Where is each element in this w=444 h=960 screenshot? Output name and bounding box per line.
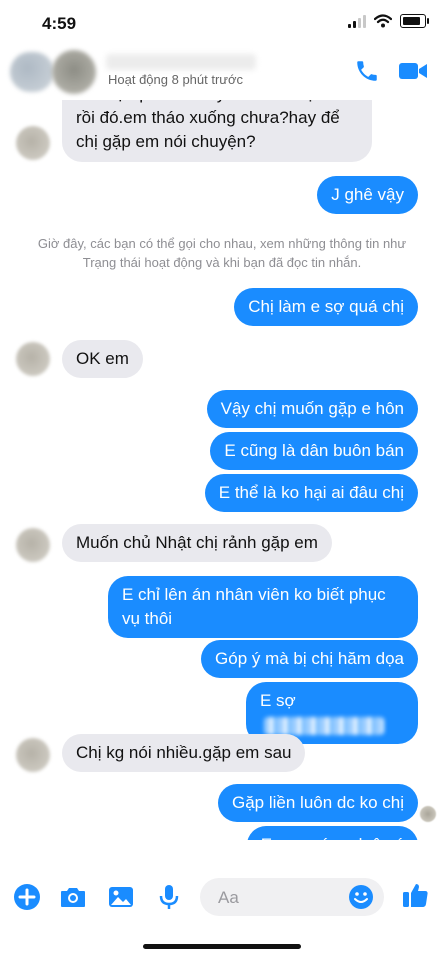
message-list[interactable]: Em hại quán mi cay của em chị đủ rồi đó.…: [0, 100, 444, 840]
system-notice: Giờ đây, các bạn có thể gọi cho nhau, xe…: [37, 236, 407, 270]
message-incoming[interactable]: Muốn chủ Nhật chị rảnh gặp em: [62, 524, 332, 562]
avatar[interactable]: [52, 50, 96, 94]
status-time: 4:59: [42, 14, 77, 33]
composer-bar: Aa: [0, 872, 444, 922]
message-outgoing[interactable]: Gặp liền luôn dc ko chị: [218, 784, 418, 822]
message-outgoing[interactable]: Chị làm e sợ quá chị: [234, 288, 418, 326]
message-outgoing[interactable]: Vậy chị muốn gặp e hôn: [206, 390, 418, 428]
message-outgoing[interactable]: E chỉ lên án nhân viên ko biết phục vụ t…: [108, 576, 418, 638]
sender-avatar: [16, 126, 50, 160]
message-text: E sợ: [260, 691, 296, 710]
seen-avatar: [420, 806, 436, 822]
battery-icon: [400, 14, 429, 28]
plus-icon[interactable]: [12, 882, 42, 912]
message-input-placeholder: Aa: [218, 888, 239, 907]
message-outgoing[interactable]: E cũng là dân buôn bán: [210, 432, 418, 470]
message-incoming[interactable]: Em hại quán mi cay của em chị đủ rồi đó.…: [62, 100, 372, 162]
avatar[interactable]: [10, 52, 54, 92]
emoji-icon[interactable]: [348, 884, 374, 910]
camera-icon[interactable]: [58, 882, 88, 912]
message-outgoing[interactable]: E sợ quá sợ luôn ý: [246, 826, 418, 840]
like-icon[interactable]: [400, 880, 430, 910]
message-incoming[interactable]: Chị kg nói nhiều.gặp em sau: [62, 734, 306, 772]
conversation-header: Hoạt động 8 phút trước: [0, 44, 444, 100]
sender-avatar: [16, 528, 50, 562]
message-input[interactable]: Aa: [200, 878, 384, 916]
sender-avatar: [16, 342, 50, 376]
mic-icon[interactable]: [154, 882, 184, 912]
status-bar: 4:59: [0, 0, 444, 44]
phone-icon[interactable]: [354, 58, 380, 84]
message-outgoing[interactable]: Góp ý mà bị chị hăm dọa: [201, 640, 418, 678]
message-incoming[interactable]: OK em: [62, 340, 143, 378]
home-indicator[interactable]: [143, 944, 301, 949]
status-icons: [348, 14, 429, 28]
message-outgoing[interactable]: J ghê vậy: [317, 176, 418, 214]
wifi-icon: [374, 14, 392, 28]
video-icon[interactable]: [398, 60, 428, 82]
contact-name-redacted[interactable]: [106, 54, 256, 70]
image-icon[interactable]: [106, 882, 136, 912]
signal-icon: [348, 14, 366, 28]
activity-status: Hoạt động 8 phút trước: [108, 72, 244, 87]
sender-avatar: [16, 738, 50, 772]
redacted-text: [264, 716, 384, 735]
message-outgoing[interactable]: E thể là ko hại ai đâu chị: [204, 474, 418, 512]
